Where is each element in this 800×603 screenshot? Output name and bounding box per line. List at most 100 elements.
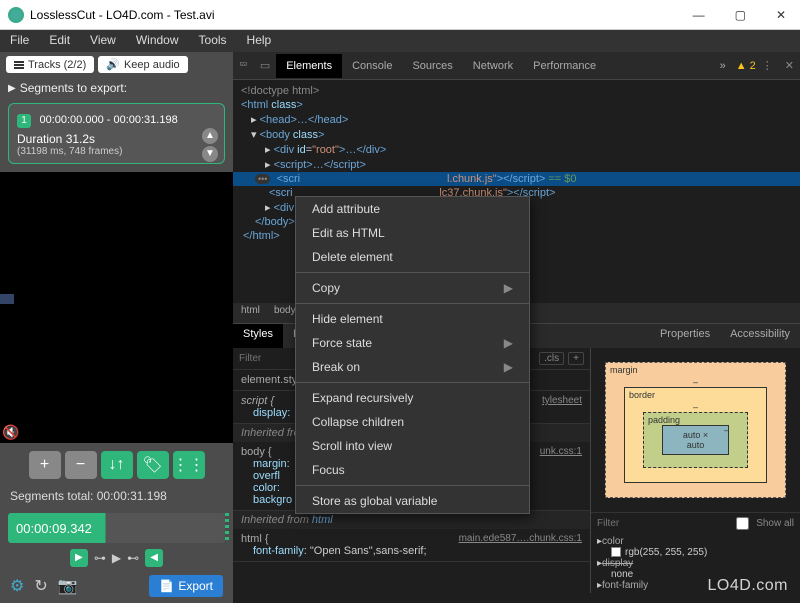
window-title: LosslessCut - LO4D.com - Test.avi: [30, 8, 215, 22]
current-time-display[interactable]: 00:00:09.342: [8, 513, 225, 543]
remove-segment-button[interactable]: −: [65, 451, 97, 479]
segments-header-label: Segments to export:: [20, 81, 127, 95]
color-swatch[interactable]: [611, 547, 621, 557]
cls-toggle[interactable]: .cls: [539, 352, 564, 365]
ctx-break-on[interactable]: Break on▶: [296, 355, 529, 379]
tag-button[interactable]: 🏷: [137, 451, 169, 479]
element-style-selector[interactable]: element.sty: [241, 374, 297, 386]
crumb-body[interactable]: body: [274, 305, 296, 316]
dom-head[interactable]: <head>…</head>: [260, 114, 349, 126]
menu-tools[interactable]: Tools: [189, 30, 237, 52]
computed-filter-input[interactable]: [597, 518, 729, 529]
sort-button[interactable]: ↓↑: [101, 451, 133, 479]
devtools-menu-icon[interactable]: ⋮: [756, 59, 779, 72]
devtools-tabbar: ⮹ ▭ Elements Console Sources Network Per…: [233, 52, 800, 80]
split-button[interactable]: ⋮⋮: [173, 451, 205, 479]
tracks-button[interactable]: Tracks (2/2): [6, 56, 94, 73]
crumb-html[interactable]: html: [241, 305, 260, 316]
warning-indicator[interactable]: ▲ 2: [736, 60, 756, 72]
inspect-element-icon[interactable]: ⮹: [233, 59, 254, 72]
device-toggle-icon[interactable]: ▭: [254, 59, 276, 72]
segment-duration: Duration 31.2s: [17, 132, 216, 146]
cut-end-button[interactable]: ◀: [145, 549, 163, 567]
tab-performance[interactable]: Performance: [523, 54, 606, 78]
app-logo-icon: [8, 7, 24, 23]
dom-selected-line[interactable]: ••• <scri________________________l.chunk…: [233, 172, 800, 186]
video-preview[interactable]: 🔇: [0, 172, 233, 443]
context-menu: Add attribute Edit as HTML Delete elemen…: [295, 196, 530, 514]
menu-view[interactable]: View: [80, 30, 126, 52]
add-rule-button[interactable]: +: [568, 352, 584, 365]
ctx-scroll-into-view[interactable]: Scroll into view: [296, 434, 529, 458]
tracks-label: Tracks (2/2): [28, 59, 86, 71]
menu-window[interactable]: Window: [126, 30, 189, 52]
export-icon: 📄: [159, 579, 174, 593]
menu-edit[interactable]: Edit: [39, 30, 80, 52]
tab-accessibility[interactable]: Accessibility: [720, 324, 800, 348]
time-cursor: [225, 513, 229, 543]
tab-properties[interactable]: Properties: [650, 324, 720, 348]
export-button[interactable]: 📄 Export: [149, 575, 223, 597]
computed-pane: margin – border – padding – auto × auto: [590, 348, 800, 593]
segment-meta: (31198 ms, 748 frames): [17, 146, 216, 157]
settings-icon[interactable]: ⚙: [10, 576, 24, 596]
ctx-force-state[interactable]: Force state▶: [296, 331, 529, 355]
devtools-close-icon[interactable]: ✕: [779, 59, 800, 72]
menu-help[interactable]: Help: [237, 30, 282, 52]
window-maximize-button[interactable]: ▢: [729, 8, 752, 22]
segment-move-up-button[interactable]: ▲: [202, 128, 218, 144]
ctx-hide-element[interactable]: Hide element: [296, 307, 529, 331]
snapshot-icon[interactable]: 📷: [58, 576, 78, 596]
segment-number-badge: 1: [17, 114, 31, 128]
menu-bar: File Edit View Window Tools Help: [0, 30, 800, 52]
segment-card[interactable]: 1 00:00:00.000 - 00:00:31.198 Duration 3…: [8, 103, 225, 164]
tab-styles[interactable]: Styles: [233, 324, 283, 348]
mute-button[interactable]: 🔇: [2, 424, 19, 441]
segments-total: Segments total: 00:00:31.198: [0, 483, 233, 509]
tab-sources[interactable]: Sources: [402, 54, 462, 78]
segments-header: ▶ Segments to export:: [0, 77, 233, 99]
dom-doctype: <!doctype html>: [241, 85, 319, 97]
cut-start-button[interactable]: ▶: [70, 549, 88, 567]
ctx-copy[interactable]: Copy▶: [296, 276, 529, 300]
speaker-icon: 🔊: [106, 58, 120, 71]
watermark: LO4D.com: [708, 577, 788, 595]
segment-range: 00:00:00.000 - 00:00:31.198: [39, 114, 177, 126]
box-model[interactable]: margin – border – padding – auto × auto: [591, 348, 800, 512]
tab-network[interactable]: Network: [463, 54, 523, 78]
html-css-link[interactable]: main.ede587….chunk.css:1: [459, 533, 582, 544]
ctx-collapse-children[interactable]: Collapse children: [296, 410, 529, 434]
tab-console[interactable]: Console: [342, 54, 402, 78]
tab-elements[interactable]: Elements: [276, 54, 342, 78]
ctx-expand-recursively[interactable]: Expand recursively: [296, 386, 529, 410]
show-all-checkbox[interactable]: [729, 517, 756, 530]
play-button[interactable]: ▶: [112, 551, 121, 565]
rotate-icon[interactable]: ↻: [34, 576, 47, 596]
ctx-add-attribute[interactable]: Add attribute: [296, 197, 529, 221]
window-close-button[interactable]: ✕: [770, 8, 792, 22]
ctx-store-global[interactable]: Store as global variable: [296, 489, 529, 513]
stylesheet-link[interactable]: tylesheet: [542, 395, 582, 406]
keep-audio-button[interactable]: 🔊 Keep audio: [98, 56, 187, 73]
add-segment-button[interactable]: +: [29, 451, 61, 479]
ctx-focus[interactable]: Focus: [296, 458, 529, 482]
segment-move-down-button[interactable]: ▼: [202, 146, 218, 162]
ctx-edit-as-html[interactable]: Edit as HTML: [296, 221, 529, 245]
inherited-from-body: Inherited fro: [241, 427, 300, 439]
app-sidebar: Tracks (2/2) 🔊 Keep audio ▶ Segments to …: [0, 52, 233, 603]
thumbnail-strip: [0, 294, 14, 304]
list-icon: [14, 61, 24, 69]
body-css-link[interactable]: unk.css:1: [540, 446, 582, 457]
segments-total-label: Segments total:: [10, 489, 93, 503]
dom-script1[interactable]: <script>…</script>: [274, 159, 366, 171]
menu-file[interactable]: File: [0, 30, 39, 52]
ctx-delete-element[interactable]: Delete element: [296, 245, 529, 269]
window-minimize-button[interactable]: —: [687, 8, 711, 22]
keep-audio-label: Keep audio: [124, 59, 180, 71]
prev-keyframe-button[interactable]: ⊶: [94, 551, 106, 565]
chevron-right-icon[interactable]: ▶: [8, 83, 16, 94]
more-tabs-button[interactable]: »: [710, 54, 736, 78]
show-all-label: Show all: [756, 518, 794, 529]
next-keyframe-button[interactable]: ⊷: [127, 551, 139, 565]
export-label: Export: [178, 579, 213, 593]
